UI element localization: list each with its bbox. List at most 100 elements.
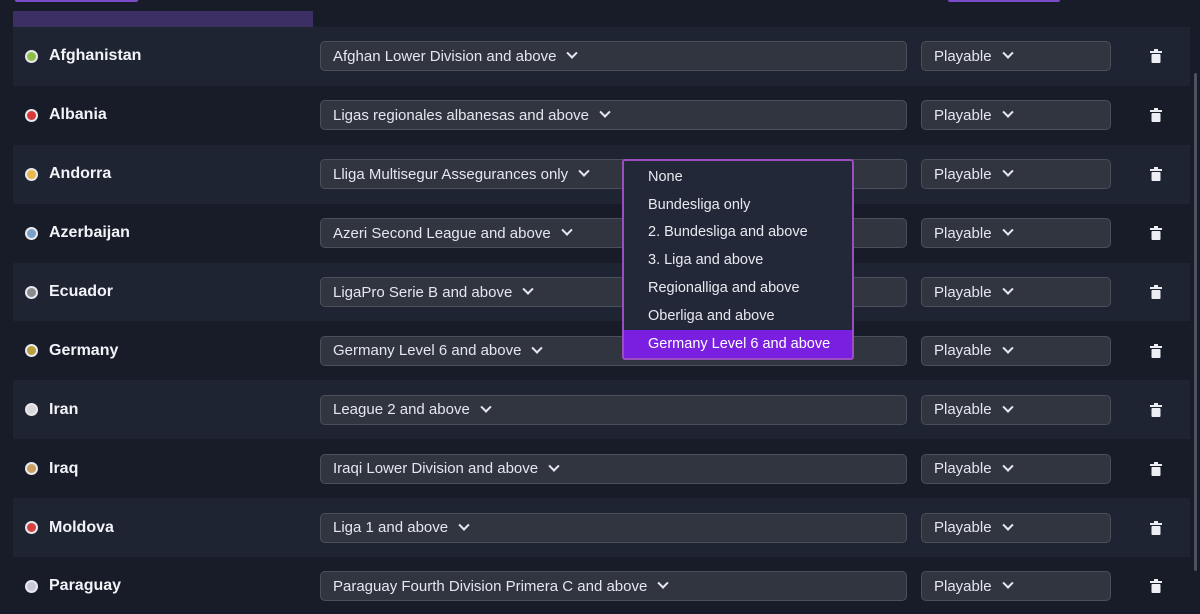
country-name: Albania — [49, 106, 107, 124]
country-name: Andorra — [49, 165, 112, 183]
nation-row-azerbaijan: Azerbaijan Azeri Second League and above… — [13, 204, 1190, 263]
league-dropdown[interactable]: Afghan Lower Division and above — [320, 41, 907, 72]
menu-option-bundesliga-only[interactable]: Bundesliga only — [624, 191, 852, 219]
menu-option-3-liga[interactable]: 3. Liga and above — [624, 246, 852, 274]
league-value: Liga 1 and above — [333, 519, 449, 537]
status-value: Playable — [934, 577, 992, 595]
country-name: Iraq — [49, 459, 79, 477]
status-dropdown[interactable]: Playable — [921, 394, 1111, 425]
nation-row-iran: Iran League 2 and above Playable — [13, 380, 1190, 440]
chevron-down-icon — [1001, 460, 1014, 472]
status-dropdown[interactable]: Playable — [921, 512, 1111, 543]
status-dropdown[interactable]: Playable — [921, 218, 1111, 249]
league-value: Lliga Multisegur Assegurances only — [333, 165, 569, 183]
status-dropdown[interactable]: Playable — [921, 277, 1111, 307]
trash-icon[interactable] — [1150, 343, 1162, 358]
vertical-scrollbar[interactable] — [1194, 73, 1197, 571]
chevron-down-icon — [522, 283, 534, 295]
chevron-down-icon — [1001, 165, 1014, 178]
status-value: Playable — [934, 283, 992, 301]
league-value: Germany Level 6 and above — [333, 342, 522, 360]
status-value: Playable — [934, 342, 992, 360]
nation-list: Afghanistan Afghan Lower Division and ab… — [13, 27, 1190, 614]
trash-icon[interactable] — [1150, 108, 1162, 123]
league-value: League 2 and above — [333, 401, 470, 419]
status-dropdown[interactable]: Playable — [921, 453, 1111, 484]
trash-icon[interactable] — [1150, 579, 1162, 594]
league-dropdown[interactable]: Ligas regionales albanesas and above — [320, 100, 907, 131]
flag-swatch — [27, 287, 36, 297]
nation-row-paraguay: Paraguay Paraguay Fourth Division Primer… — [13, 557, 1190, 614]
chevron-down-icon — [1001, 47, 1014, 60]
flag-icon — [25, 579, 38, 593]
flag-icon — [25, 49, 38, 63]
status-dropdown[interactable]: Playable — [921, 41, 1111, 72]
chevron-down-icon — [1001, 106, 1014, 119]
trash-icon[interactable] — [1150, 520, 1162, 535]
league-options-menu: None Bundesliga only 2. Bundesliga and a… — [622, 159, 854, 360]
trash-icon[interactable] — [1150, 226, 1162, 241]
country-name: Ecuador — [49, 283, 114, 300]
nation-row-albania: Albania Ligas regionales albanesas and a… — [13, 86, 1190, 145]
menu-option-germany-level-6[interactable]: Germany Level 6 and above — [624, 329, 852, 358]
flag-swatch — [27, 405, 36, 415]
menu-option-none[interactable]: None — [624, 163, 852, 191]
trash-icon[interactable] — [1150, 402, 1162, 417]
flag-icon — [25, 521, 38, 535]
status-dropdown[interactable]: Playable — [921, 571, 1111, 602]
trash-icon[interactable] — [1150, 285, 1162, 299]
flag-swatch — [27, 228, 36, 238]
chevron-down-icon — [1001, 401, 1014, 413]
country-name: Iran — [49, 400, 79, 418]
menu-option-2-bundesliga[interactable]: 2. Bundesliga and above — [624, 219, 852, 247]
nation-row-moldova: Moldova Liga 1 and above Playable — [13, 498, 1190, 558]
flag-swatch — [27, 346, 36, 356]
chevron-down-icon — [657, 577, 669, 590]
chevron-down-icon — [1001, 224, 1014, 236]
flag-icon — [25, 344, 38, 358]
country-name: Germany — [49, 341, 119, 359]
flag-icon — [25, 403, 38, 417]
trash-icon[interactable] — [1150, 49, 1162, 64]
league-value: Ligas regionales albanesas and above — [333, 106, 590, 124]
status-value: Playable — [934, 401, 992, 419]
chevron-down-icon — [480, 401, 492, 413]
menu-option-oberliga[interactable]: Oberliga and above — [624, 302, 852, 330]
chevron-down-icon — [566, 47, 579, 60]
status-dropdown[interactable]: Playable — [921, 100, 1111, 131]
country-name: Moldova — [49, 518, 114, 536]
status-value: Playable — [934, 106, 992, 124]
flag-icon — [25, 462, 38, 476]
status-value: Playable — [934, 460, 992, 478]
status-value: Playable — [934, 519, 992, 537]
flag-swatch — [27, 523, 36, 533]
status-dropdown[interactable]: Playable — [921, 159, 1111, 190]
trash-icon[interactable] — [1150, 167, 1162, 182]
chevron-down-icon — [548, 460, 560, 472]
nation-row-afghanistan: Afghanistan Afghan Lower Division and ab… — [13, 27, 1190, 86]
nation-row-andorra: Andorra Lliga Multisegur Assegurances on… — [13, 144, 1190, 204]
header-accent-bar — [13, 11, 313, 27]
chevron-down-icon — [1001, 577, 1014, 590]
league-dropdown[interactable]: Liga 1 and above — [320, 512, 907, 543]
league-dropdown[interactable]: League 2 and above — [320, 394, 907, 425]
country-name: Afghanistan — [49, 47, 142, 65]
chevron-down-icon — [531, 342, 544, 354]
flag-swatch — [27, 169, 36, 179]
chevron-down-icon — [1001, 342, 1014, 354]
country-name: Paraguay — [49, 577, 122, 595]
top-tab-indicator-left — [15, 0, 138, 2]
chevron-down-icon — [578, 165, 590, 178]
flag-icon — [25, 226, 38, 240]
league-value: LigaPro Serie B and above — [333, 283, 513, 301]
status-value: Playable — [934, 47, 992, 65]
trash-icon[interactable] — [1150, 461, 1162, 476]
league-value: Iraqi Lower Division and above — [333, 460, 539, 478]
flag-swatch — [27, 51, 36, 61]
menu-option-regionalliga[interactable]: Regionalliga and above — [624, 274, 852, 302]
flag-swatch — [27, 110, 36, 120]
league-dropdown[interactable]: Iraqi Lower Division and above — [320, 453, 907, 484]
league-dropdown[interactable]: Paraguay Fourth Division Primera C and a… — [320, 571, 907, 602]
status-dropdown[interactable]: Playable — [921, 335, 1111, 366]
chevron-down-icon — [458, 519, 470, 531]
